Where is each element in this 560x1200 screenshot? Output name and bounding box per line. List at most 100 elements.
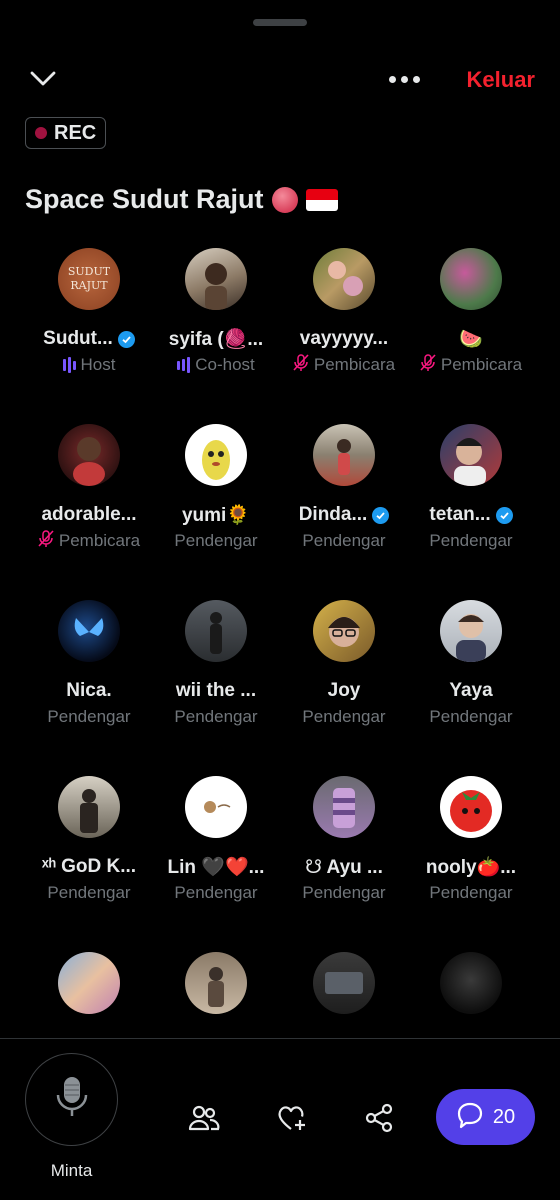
participant-role: Pendengar [302,707,386,726]
speaking-bars-icon [177,357,191,373]
space-title-text: Space Sudut Rajut [25,184,264,214]
share-icon[interactable] [361,1100,397,1136]
participant-tile[interactable]: Joy Pendengar [280,600,408,760]
participant-role: Pendengar [429,707,513,726]
participant-name: nooly🍅... [425,857,517,878]
request-mic-button[interactable] [25,1053,118,1146]
participant-role: Pembicara [407,353,535,377]
avatar [440,600,502,662]
participant-name: Nica. [66,680,112,701]
participant-tile[interactable]: tetan... Pendengar [407,424,535,584]
svg-text:RAJUT: RAJUT [70,279,108,292]
comments-count: 20 [492,1105,516,1128]
participant-tile[interactable]: wii the ... Pendengar [152,600,280,760]
avatar [313,600,375,662]
participant-name: 🍉 [459,329,483,350]
avatar [185,952,247,1014]
avatar [313,776,375,838]
participant-tile[interactable]: 🍉 Pembicara [407,248,535,408]
rec-label: REC [54,121,97,144]
bottom-bar: Minta 20 [0,1038,560,1200]
mic-off-icon [420,353,436,377]
avatar [185,424,247,486]
participant-tile[interactable] [407,952,535,1048]
participant-tile[interactable] [25,952,153,1048]
mic-off-icon [293,353,309,377]
participant-role: Pendengar [302,883,386,902]
microphone-icon [55,1075,89,1124]
request-mic-label: Minta [50,1161,93,1180]
avatar [313,424,375,486]
participant-tile[interactable]: ˣʰ GoD K... Pendengar [25,776,153,936]
record-dot-icon [35,127,47,139]
participant-role: Pendengar [174,707,258,726]
participant-tile[interactable] [152,952,280,1048]
participant-role: Pendengar [429,531,513,550]
avatar [185,248,247,310]
participant-tile[interactable]: syifa (🧶... Co-host [152,248,280,408]
participant-name: wii the ... [175,680,257,701]
participant-role: Pembicara [280,353,408,377]
heart-plus-icon[interactable] [274,1100,310,1136]
participant-role: Host [25,354,153,376]
participant-role: Pendengar [302,531,386,550]
participant-name: vayyyyy... [299,328,389,349]
space-title: Space Sudut Rajut [25,184,338,215]
avatar [58,952,120,1014]
people-icon[interactable] [186,1100,222,1136]
speaking-bars-icon [62,357,76,373]
participant-name: syifa (🧶... [168,329,264,350]
top-bar: Keluar [0,56,560,104]
participant-role: Pendengar [47,883,131,902]
indonesia-flag-icon [305,188,338,211]
participant-name: Sudut... [25,327,153,351]
participant-role: Pendengar [174,883,258,902]
participant-tile[interactable]: Lin 🖤❤️... Pendengar [152,776,280,936]
participant-tile[interactable]: ☋ Ayu ... Pendengar [280,776,408,936]
participant-role: Pendengar [174,531,258,550]
verified-badge-icon [495,506,513,524]
participant-name: ˣʰ GoD K... [41,856,137,877]
participant-role: Pendengar [429,883,513,902]
participant-name: Joy [327,680,361,701]
avatar [185,600,247,662]
participant-tile[interactable] [280,952,408,1048]
drag-handle[interactable] [253,19,307,26]
avatar [313,952,375,1014]
participant-tile[interactable]: yumi🌻 Pendengar [152,424,280,584]
leave-button[interactable]: Keluar [467,67,535,93]
participant-tile[interactable]: adorable... Pembicara [25,424,153,584]
svg-text:SUDUT: SUDUT [68,265,111,278]
avatar [58,424,120,486]
participant-tile[interactable]: Dinda... Pendengar [280,424,408,584]
participant-name: ☋ Ayu ... [305,856,383,878]
participant-tile[interactable]: nooly🍅... Pendengar [407,776,535,936]
participants-grid: SUDUT RAJUT Sudut... Host syifa (🧶... Co-… [25,248,535,1048]
comments-button[interactable]: 20 [436,1089,535,1145]
avatar [58,600,120,662]
participant-name: Yaya [449,680,493,701]
mic-off-icon [38,529,54,553]
participant-tile[interactable]: SUDUT RAJUT Sudut... Host [25,248,153,408]
verified-badge-icon [372,506,390,524]
more-horizontal-icon[interactable] [384,66,424,92]
avatar [185,776,247,838]
participant-tile[interactable]: Yaya Pendengar [407,600,535,760]
participant-name: tetan... [407,503,535,527]
participant-name: Dinda... [280,503,408,527]
participant-name: Lin 🖤❤️... [167,857,265,878]
avatar [440,952,502,1014]
avatar [313,248,375,310]
chevron-down-icon[interactable] [26,64,60,94]
participant-tile[interactable]: vayyyyy... Pembicara [280,248,408,408]
avatar [440,776,502,838]
participant-name: adorable... [41,504,137,525]
participant-role: Pendengar [47,707,131,726]
participant-tile[interactable]: Nica. Pendengar [25,600,153,760]
avatar [58,776,120,838]
participant-role: Co-host [152,354,280,376]
verified-badge-icon [117,330,135,348]
avatar [440,248,502,310]
avatar: SUDUT RAJUT [58,248,120,310]
participant-role: Pembicara [25,529,153,553]
